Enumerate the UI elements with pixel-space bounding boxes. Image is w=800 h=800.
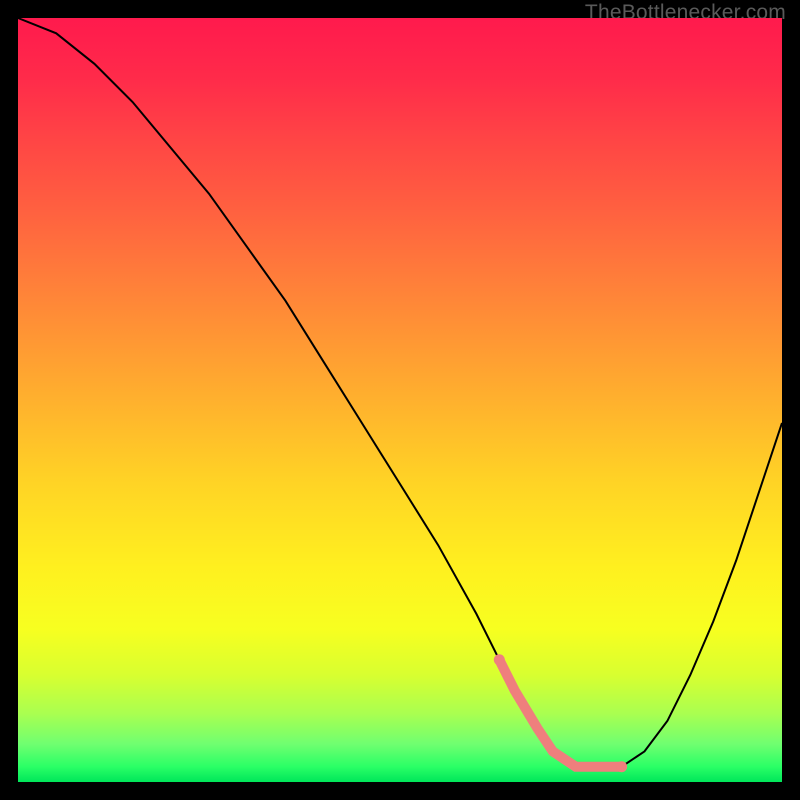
plot-area [18,18,782,782]
chart-frame: TheBottlenecker.com [0,0,800,800]
optimal-marker-right [616,761,627,772]
curve-svg [18,18,782,782]
bottleneck-curve [18,18,782,767]
optimal-range-band [499,660,621,767]
optimal-marker-left [494,654,505,665]
